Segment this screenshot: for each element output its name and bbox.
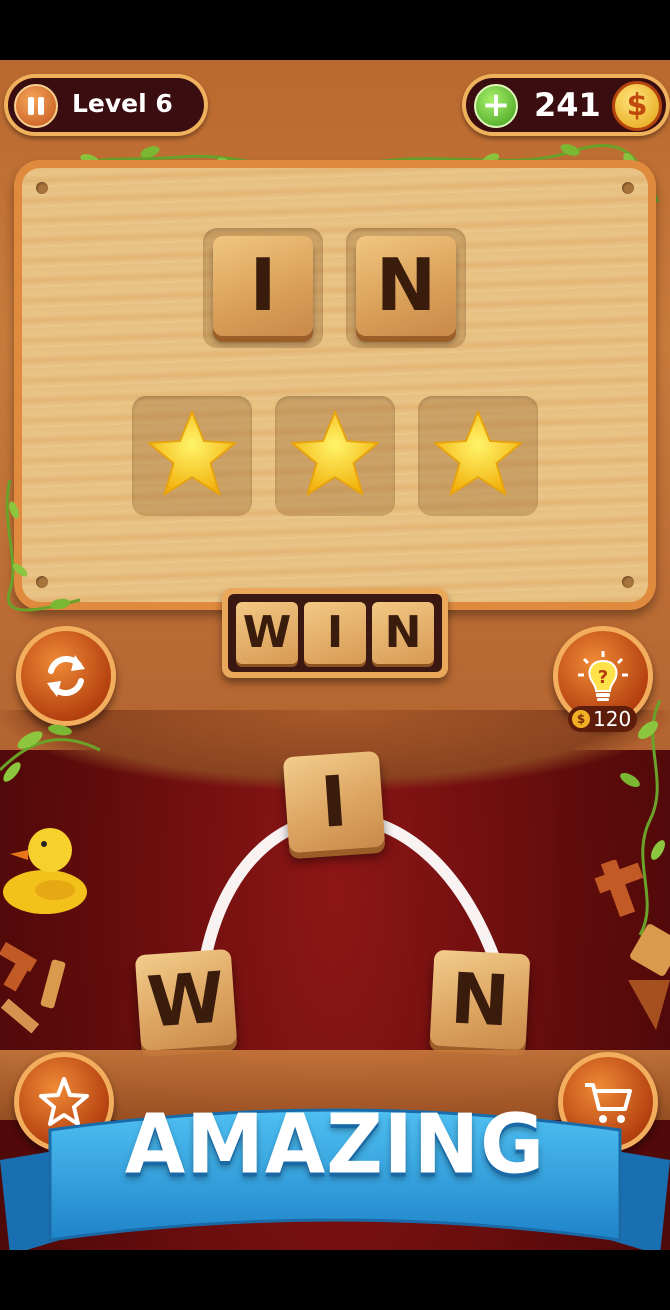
word-board-surface: I N bbox=[22, 168, 648, 602]
vine-decoration bbox=[5, 480, 81, 612]
game-screen: Level 6 + 241 $ I N W I N ? $ 120 I W N … bbox=[0, 60, 670, 1250]
word-board: I N bbox=[14, 160, 656, 610]
wheel-letter-tile[interactable]: I bbox=[282, 750, 386, 854]
level-indicator: Level 6 bbox=[4, 74, 208, 136]
banner-text: AMAZING bbox=[124, 1097, 546, 1193]
rivet bbox=[36, 182, 48, 194]
preview-letter: I bbox=[304, 602, 366, 664]
coin-icon: $ bbox=[572, 710, 590, 728]
pause-icon-bar bbox=[28, 97, 34, 115]
coin-icon: $ bbox=[612, 81, 662, 131]
word-slot: I bbox=[203, 228, 323, 348]
word-slot: N bbox=[346, 228, 466, 348]
coin-count: 241 bbox=[534, 86, 601, 124]
wooden-pieces-decoration bbox=[0, 941, 66, 1034]
rubber-duck-icon bbox=[3, 828, 87, 914]
coin-balance: + 241 $ bbox=[462, 74, 670, 136]
star-slot bbox=[132, 396, 252, 516]
wooden-pieces-decoration bbox=[594, 860, 670, 1030]
star-icon bbox=[433, 410, 523, 496]
star-icon bbox=[290, 410, 380, 496]
wheel-letter-tile[interactable]: W bbox=[134, 948, 238, 1052]
letter-tile: I bbox=[213, 236, 313, 336]
pause-icon-bar bbox=[38, 97, 44, 115]
wheel-letter-tile[interactable]: N bbox=[429, 949, 531, 1051]
preview-letter: W bbox=[236, 602, 298, 664]
level-label: Level 6 bbox=[72, 89, 173, 118]
star-slot bbox=[418, 396, 538, 516]
pause-button[interactable] bbox=[14, 84, 58, 128]
star-slot bbox=[275, 396, 395, 516]
preview-letter: N bbox=[372, 602, 434, 664]
add-coins-button[interactable]: + bbox=[474, 84, 518, 128]
star-icon bbox=[147, 410, 237, 496]
current-word-preview: W I N bbox=[222, 588, 448, 678]
rivet bbox=[622, 576, 634, 588]
shuffle-icon bbox=[47, 655, 85, 697]
svg-text:?: ? bbox=[598, 667, 608, 688]
rivet bbox=[622, 182, 634, 194]
letter-tile: N bbox=[356, 236, 456, 336]
vine-decoration bbox=[0, 724, 101, 782]
lightbulb-icon: ? bbox=[578, 651, 628, 701]
